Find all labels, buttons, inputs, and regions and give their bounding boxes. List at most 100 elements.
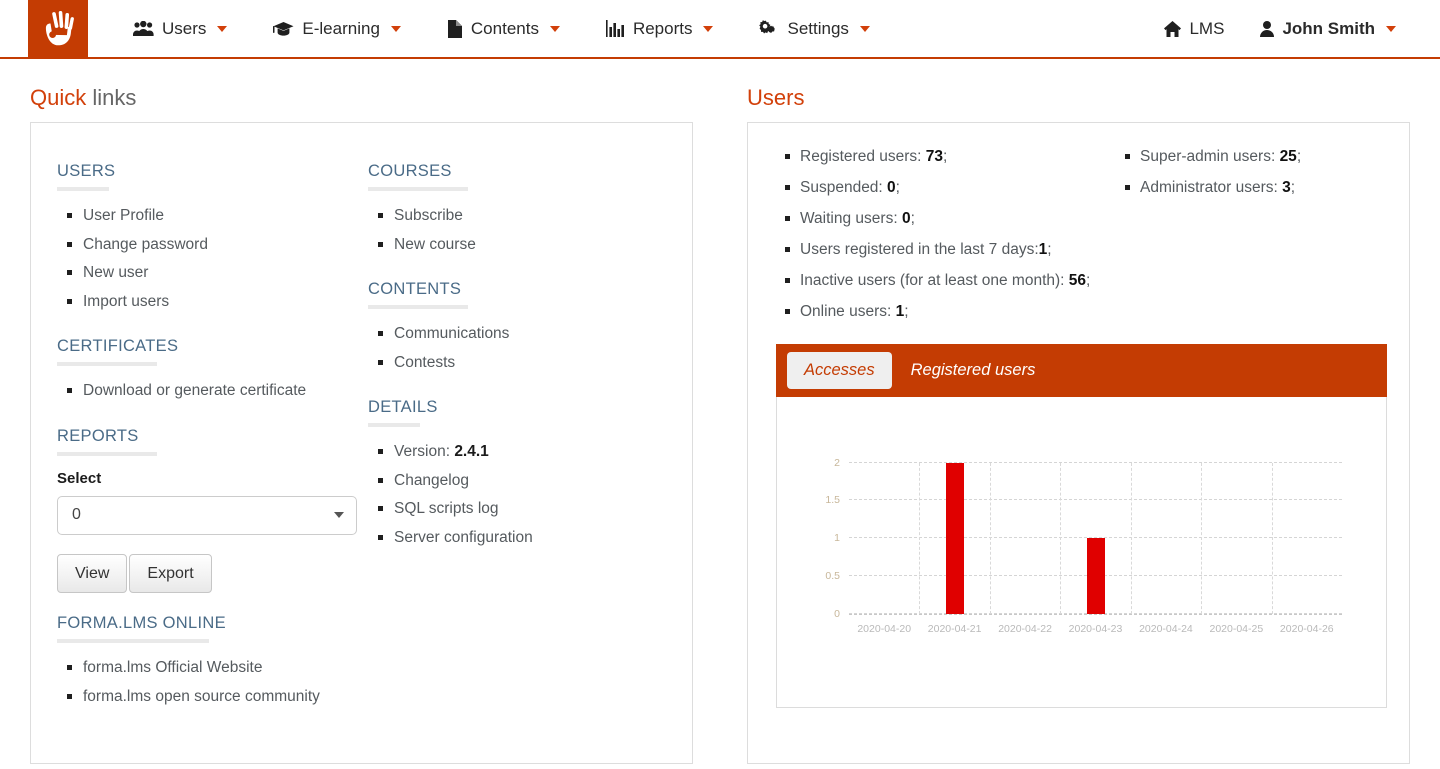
group-details-heading: DETAILS <box>368 381 668 423</box>
select-label: Select <box>57 470 368 487</box>
list-item[interactable]: Download or generate certificate <box>83 377 368 406</box>
chart-card: 00.511.522020-04-202020-04-212020-04-222… <box>776 397 1387 708</box>
group-users: USERS User Profile Change password New u… <box>57 145 368 316</box>
nav-item-contents[interactable]: Contents <box>424 0 583 57</box>
chart-y-tick-label: 0.5 <box>825 570 840 582</box>
stat-label: Inactive users (for at least one month): <box>800 272 1069 289</box>
heading-underline <box>57 187 109 191</box>
heading-underline <box>57 452 157 456</box>
heading-underline <box>57 362 157 366</box>
chart-vertical-gridline <box>1060 463 1061 614</box>
list-item[interactable]: Subscribe <box>394 202 668 231</box>
chevron-down-icon <box>860 26 870 32</box>
user-statistics-list-b: Super-admin users: 25; Administrator use… <box>1104 142 1394 204</box>
chart-x-tick-label: 2020-04-25 <box>1209 623 1263 635</box>
list-item[interactable]: Server configuration <box>394 524 668 553</box>
chart-y-tick-label: 1 <box>834 532 840 544</box>
nav-item-lms[interactable]: LMS <box>1146 0 1242 57</box>
chart-x-tick-label: 2020-04-23 <box>1069 623 1123 635</box>
tab-accesses[interactable]: Accesses <box>787 352 892 389</box>
group-certificates: CERTIFICATES Download or generate certif… <box>57 320 368 406</box>
nav-item-account[interactable]: John Smith <box>1242 0 1414 57</box>
link-subscribe: Subscribe <box>394 207 463 224</box>
nav-item-lms-label: LMS <box>1189 20 1224 37</box>
stat-value: 1 <box>896 303 905 320</box>
list-item[interactable]: SQL scripts log <box>394 495 668 524</box>
quick-links-title: Quick links <box>30 87 693 109</box>
quick-links-title-muted: links <box>86 85 136 110</box>
user-statistics-column-a: Registered users: 73; Suspended: 0; Wait… <box>764 142 1104 328</box>
list-item[interactable]: Changelog <box>394 467 668 496</box>
courses-link-list: Subscribe New course <box>368 202 668 259</box>
nav-item-e-learning[interactable]: E-learning <box>250 0 424 57</box>
chart-tabs: Accesses Registered users <box>776 344 1387 397</box>
value-version: 2.4.1 <box>454 443 488 460</box>
stat-label: Users registered in the last 7 days: <box>800 241 1039 258</box>
chart-vertical-gridline <box>919 463 920 614</box>
stat-suffix: ; <box>911 210 915 227</box>
group-courses-heading: COURSES <box>368 145 668 187</box>
list-item[interactable]: New user <box>83 259 368 288</box>
stat-value: 56 <box>1069 272 1086 289</box>
stat-value: 1 <box>1039 241 1048 258</box>
details-link-list: Version: 2.4.1 Changelog SQL scripts log… <box>368 438 668 552</box>
heading-underline <box>368 305 468 309</box>
stat-label: Administrator users: <box>1140 179 1282 196</box>
nav-item-settings[interactable]: Settings <box>736 0 892 57</box>
stat-suffix: ; <box>1291 179 1295 196</box>
hand-logo-icon[interactable] <box>28 0 88 57</box>
list-item[interactable]: Change password <box>83 231 368 260</box>
link-import-users: Import users <box>83 293 169 310</box>
stat-label: Suspended: <box>800 179 887 196</box>
link-contests: Contests <box>394 354 455 371</box>
chart-bar[interactable] <box>1087 538 1105 614</box>
list-item[interactable]: forma.lms open source community <box>83 683 368 712</box>
link-sql-scripts-log: SQL scripts log <box>394 500 499 517</box>
stat-value: 3 <box>1282 179 1291 196</box>
stat-suffix: ; <box>1047 241 1051 258</box>
report-select[interactable]: 0 <box>57 496 357 535</box>
chart-bar[interactable] <box>946 463 964 614</box>
link-download-or-generate-certificate: Download or generate certificate <box>83 382 306 399</box>
list-item[interactable]: forma.lms Official Website <box>83 654 368 683</box>
page-body: Quick links USERS User Profile Change pa… <box>0 61 1440 769</box>
view-button[interactable]: View <box>57 554 127 594</box>
report-select-value: 0 <box>72 506 81 524</box>
export-button[interactable]: Export <box>129 554 211 594</box>
quick-links-section: Quick links USERS User Profile Change pa… <box>30 87 693 764</box>
nav-item-contents-label: Contents <box>471 20 539 37</box>
stat-administrator-users: Administrator users: 3; <box>1140 173 1394 204</box>
user-statistics-list-a: Registered users: 73; Suspended: 0; Wait… <box>764 142 1104 328</box>
users-title: Users <box>747 87 1410 109</box>
list-item[interactable]: Import users <box>83 288 368 317</box>
quick-links-title-accent: Quick <box>30 85 86 110</box>
nav-item-reports[interactable]: Reports <box>583 0 737 57</box>
top-navigation-bar: Users E-learning Contents <box>0 0 1440 59</box>
forma-lms-online-link-list: forma.lms Official Website forma.lms ope… <box>57 654 368 711</box>
group-reports: REPORTS Select 0 View Export <box>57 410 368 594</box>
quick-links-panel: USERS User Profile Change password New u… <box>30 122 693 764</box>
users-group-icon <box>133 21 154 37</box>
tab-registered-users[interactable]: Registered users <box>894 352 1053 389</box>
nav-item-users[interactable]: Users <box>110 0 250 57</box>
stat-value: 73 <box>926 148 943 165</box>
chart-x-tick-label: 2020-04-20 <box>857 623 911 635</box>
stat-suffix: ; <box>904 303 908 320</box>
chevron-down-icon <box>334 512 344 518</box>
nav-item-e-learning-label: E-learning <box>302 20 380 37</box>
main-menu: Users E-learning Contents <box>110 0 893 57</box>
chart-gridline <box>849 499 1342 500</box>
nav-item-users-label: Users <box>162 20 206 37</box>
chevron-down-icon <box>217 26 227 32</box>
list-item[interactable]: Contests <box>394 349 668 378</box>
users-section: Users Registered users: 73; Suspended: 0… <box>747 87 1410 764</box>
group-reports-heading: REPORTS <box>57 410 368 452</box>
link-changelog: Changelog <box>394 472 469 489</box>
stat-online-users: Online users: 1; <box>800 297 1104 328</box>
accesses-chart-block: Accesses Registered users 00.511.522020-… <box>776 344 1387 708</box>
list-item[interactable]: New course <box>394 231 668 260</box>
report-actions: View Export <box>57 554 368 594</box>
chart-x-tick-label: 2020-04-26 <box>1280 623 1334 635</box>
list-item[interactable]: User Profile <box>83 202 368 231</box>
list-item[interactable]: Communications <box>394 320 668 349</box>
